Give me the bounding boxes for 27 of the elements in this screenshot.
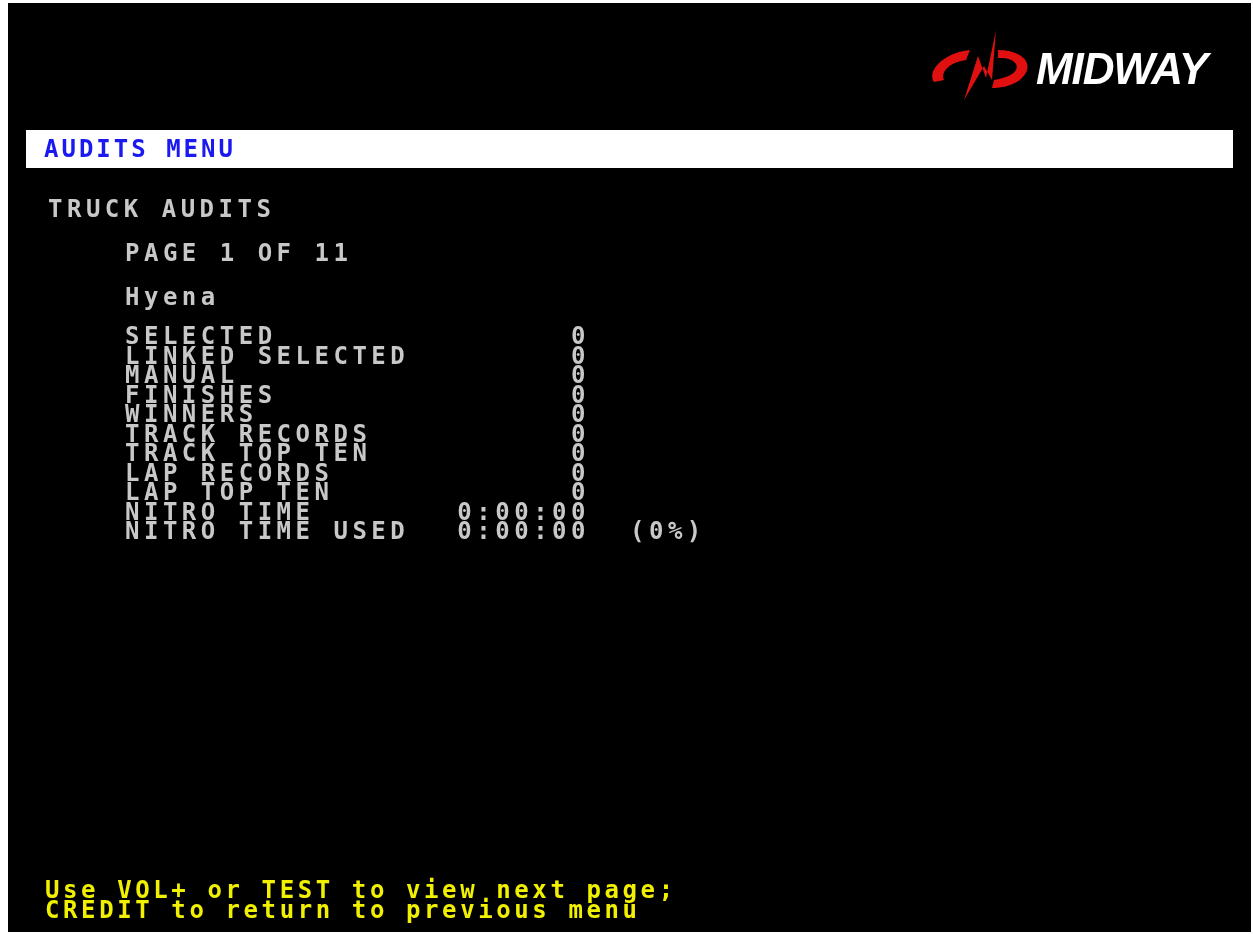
audit-label: TRACK TOP TEN <box>125 444 373 464</box>
audit-value: 0 <box>570 366 590 386</box>
audit-value: 0 <box>570 346 590 366</box>
section-title: TRUCK AUDITS <box>48 197 276 221</box>
truck-name: Hyena <box>125 285 220 309</box>
audit-value: 0:00:00 <box>456 502 590 522</box>
page-indicator: PAGE 1 OF 11 <box>125 241 353 265</box>
audit-label: LINKED SELECTED <box>125 346 411 366</box>
audit-value: 0 <box>570 385 590 405</box>
audit-value: 0 <box>570 327 590 347</box>
menu-title: AUDITS MENU <box>44 137 236 161</box>
audit-value: 0 <box>570 463 590 483</box>
audit-label: LAP RECORDS <box>125 463 334 483</box>
audit-label: NITRO TIME USED <box>125 522 411 542</box>
audit-value: 0 <box>571 483 590 503</box>
audit-label: MANUAL <box>125 366 239 386</box>
audit-label: FINISHES <box>125 385 278 405</box>
audit-label: NITRO TIME <box>125 502 315 522</box>
audit-label: WINNERS <box>125 405 258 425</box>
audit-value: 0 <box>570 424 590 444</box>
audit-label: LAP TOP TEN <box>125 483 335 503</box>
audit-value: 0 <box>570 405 590 425</box>
audit-label: SELECTED <box>125 327 277 347</box>
audit-value: 0:00:00 <box>456 522 590 542</box>
audit-value: 0 <box>570 444 590 464</box>
audit-percent: (0%) <box>629 522 707 542</box>
audit-label: TRACK RECORDS <box>125 424 373 444</box>
